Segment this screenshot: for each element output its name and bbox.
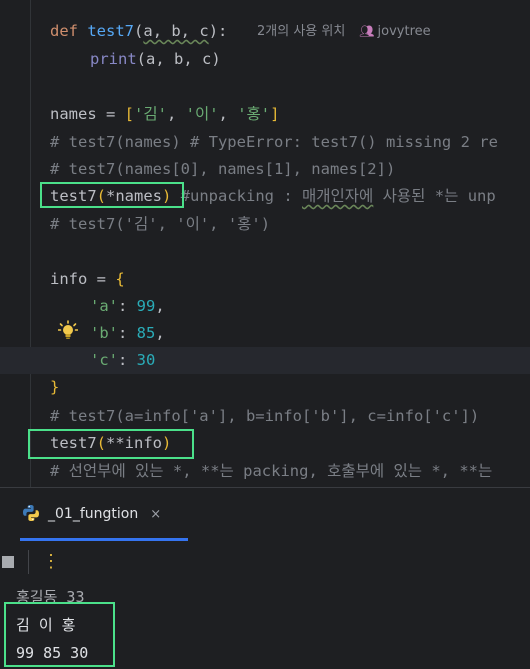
dict-value: 85 [136, 324, 156, 342]
code-line-print[interactable]: print(a, b, c) [90, 46, 221, 73]
people-icon: 👥︎ [359, 24, 375, 38]
dict-key: 'c' [90, 351, 118, 369]
dict-value: 99 [136, 297, 156, 315]
indent-guide [30, 0, 31, 487]
comment-line-1[interactable]: # test7(names) # TypeError: test7() miss… [50, 129, 498, 156]
tab-label: _01_fungtion [48, 506, 139, 522]
function-name: test7 [87, 22, 135, 40]
run-tab-bar: _01_fungtion × [0, 488, 530, 541]
code-line-names[interactable]: names = ['김', '이', '홍'] [50, 101, 280, 128]
brace-open: { [115, 270, 125, 288]
print-args: a, b, c [146, 50, 212, 68]
highlight-box-unpack [40, 182, 184, 208]
run-toolbar: ⋮ [0, 544, 530, 580]
keyword-def: def [50, 22, 78, 40]
comment-line-3[interactable]: # test7('김', '이', '홍') [50, 211, 270, 238]
stop-icon[interactable] [2, 556, 14, 568]
comment-line-5[interactable]: # 선언부에 있는 *, **는 packing, 호출부에 있는 *, **는 [50, 458, 492, 485]
usage-hint[interactable]: 2개의 사용 위치 👥︎ jovytree [257, 18, 431, 45]
highlight-box-kwargs [28, 429, 194, 459]
inline-comment-rest: 사용된 *는 unp [373, 187, 496, 205]
paren-close: ): [208, 22, 228, 40]
paren-open: ( [134, 22, 144, 40]
var-info: info = [50, 270, 116, 288]
run-tool-window: _01_fungtion × ⋮ 홍길동 33 김 이 홍 99 85 30 [0, 487, 530, 669]
author-name[interactable]: jovytree [378, 24, 431, 39]
code-line-brace-close[interactable]: } [50, 374, 59, 401]
comment-line-4[interactable]: # test7(a=info['a'], b=info['b'], c=info… [50, 403, 479, 430]
comment-line-2[interactable]: # test7(names[0], names[1], names[2]) [50, 156, 395, 183]
dict-line-b[interactable]: 'b': 85, [90, 320, 165, 347]
usage-count[interactable]: 2개의 사용 위치 [257, 24, 345, 39]
bracket-close: ] [270, 105, 280, 123]
active-tab-indicator [20, 538, 188, 541]
params: a, b, c [143, 22, 209, 40]
string-2: '이' [185, 105, 219, 123]
dict-line-c[interactable]: 'c': 30 [90, 347, 155, 374]
code-line-def[interactable]: def test7(a, b, c): [50, 18, 227, 45]
highlight-box-output [4, 602, 115, 667]
python-icon [23, 505, 39, 521]
more-options-icon[interactable]: ⋮ [42, 548, 60, 576]
code-line-info[interactable]: info = { [50, 266, 125, 293]
close-icon[interactable]: × [150, 507, 161, 522]
tab-run-config[interactable]: _01_fungtion × [22, 498, 169, 531]
var-names: names = [50, 105, 125, 123]
dict-key: 'a' [90, 297, 118, 315]
string-1: '김' [134, 105, 167, 123]
toolbar-separator [28, 550, 29, 574]
inline-comment-typo: 매개인자에 [302, 187, 374, 205]
builtin-print: print [90, 50, 137, 68]
current-line-highlight [0, 347, 530, 374]
dict-key: 'b' [90, 324, 118, 342]
dict-value: 30 [136, 351, 156, 369]
code-editor[interactable]: def test7(a, b, c): 2개의 사용 위치 👥︎ jovytree … [0, 0, 530, 487]
string-3: '홍' [237, 105, 271, 123]
inline-comment: #unpacking : [171, 187, 303, 205]
dict-line-a[interactable]: 'a': 99, [90, 293, 165, 320]
bracket-open: [ [124, 105, 134, 123]
lightbulb-icon[interactable] [58, 320, 78, 340]
